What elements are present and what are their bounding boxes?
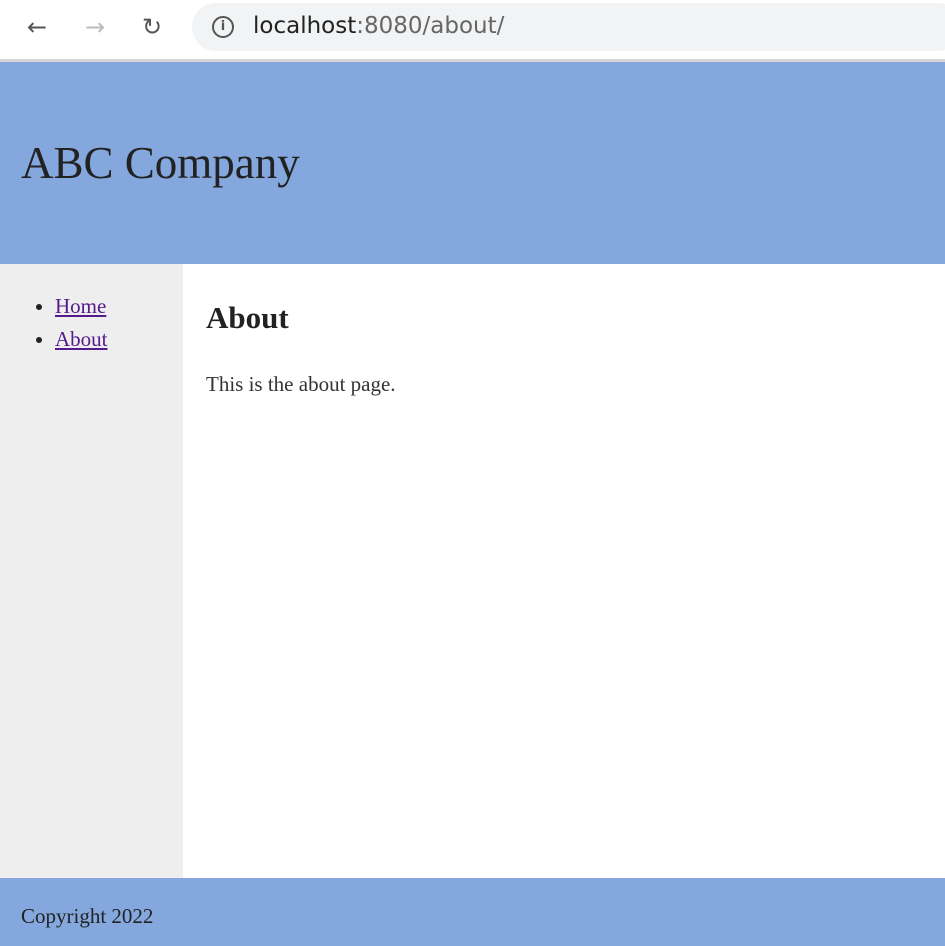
nav-item-home: Home [55,290,108,323]
page-heading: About [206,300,289,335]
nav-item-about: About [55,323,108,356]
nav-link-about[interactable]: About [55,327,108,351]
url-text[interactable]: localhost:8080/about/ [253,13,504,39]
url-host: localhost [253,13,357,39]
url-path: :8080/about/ [356,13,505,39]
browser-toolbar: ← → ↻ i localhost:8080/about/ [0,0,945,60]
page-body: This is the about page. [206,372,396,396]
back-icon[interactable]: ← [22,12,52,42]
info-icon[interactable]: i [212,16,234,38]
forward-icon[interactable]: → [80,12,110,42]
site-header: ABC Company [0,62,945,264]
site-footer: Copyright 2022 [0,878,945,946]
copyright-text: Copyright 2022 [21,904,154,928]
site-title: ABC Company [21,138,300,188]
reload-icon[interactable]: ↻ [137,12,167,42]
nav-link-home[interactable]: Home [55,294,106,318]
address-bar[interactable]: i localhost:8080/about/ [192,3,945,51]
sidebar: Home About [0,264,183,878]
main-content: About This is the about page. [206,300,396,397]
nav-list: Home About [55,290,108,356]
